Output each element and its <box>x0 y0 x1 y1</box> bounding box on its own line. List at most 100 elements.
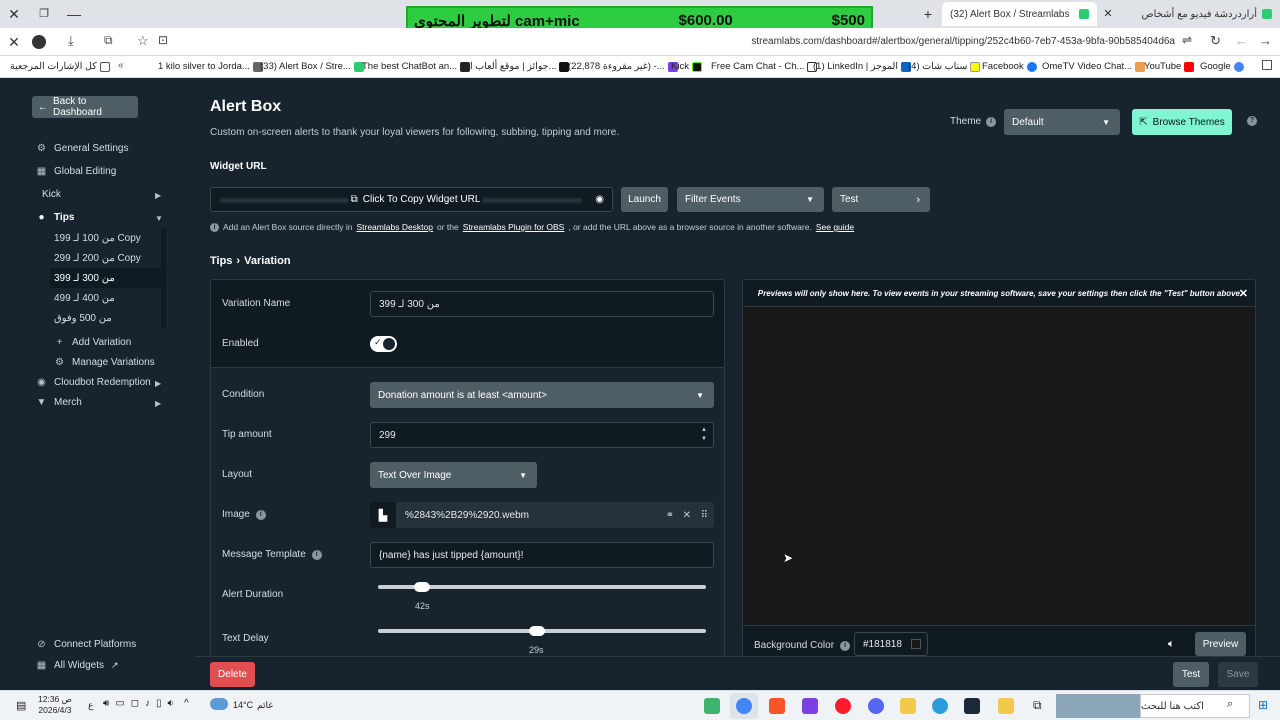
variation-scrollbar[interactable] <box>161 228 166 328</box>
system-tray-icons[interactable]: 🔊︎▭◻♪▯🔉︎ <box>103 698 180 709</box>
text-delay-knob[interactable] <box>529 626 545 636</box>
copy-widget-url-button[interactable]: ⧉ Click To Copy Widget URL <box>347 194 484 205</box>
all-widgets-link[interactable]: ▦ All Widgets ↗ <box>36 660 119 671</box>
language-indicator[interactable]: ع <box>88 700 93 711</box>
forward-icon[interactable]: ← <box>1235 33 1248 48</box>
chrome-icon[interactable] <box>736 698 752 714</box>
notifications-icon[interactable]: ▤ <box>16 699 26 712</box>
test-button[interactable]: Test <box>1173 662 1209 687</box>
bookmark-freecam[interactable]: Free Cam Chat - Ch... <box>711 60 818 74</box>
add-variation-button[interactable]: + Add Variation <box>54 337 132 348</box>
weather-temp[interactable]: 14°C <box>233 700 253 710</box>
screenshot-icon[interactable]: ⊡ <box>158 33 168 47</box>
browse-themes-button[interactable]: ⇱ Browse Themes <box>1132 109 1232 135</box>
bookmark-games[interactable]: جوائز | موقع ألعاب ا... <box>470 60 570 74</box>
app-icon[interactable] <box>932 698 948 714</box>
help-icon[interactable]: ? <box>1247 116 1257 126</box>
new-tab-icon[interactable]: + <box>918 4 938 24</box>
steam-icon[interactable] <box>964 698 980 714</box>
widget-url-field[interactable]: ⧉ Click To Copy Widget URL ◉ <box>210 187 613 212</box>
info-icon[interactable]: i <box>986 116 997 127</box>
enabled-toggle[interactable]: ✓ <box>370 336 397 352</box>
bookmark-snapchat[interactable]: (4) سناب شات <box>908 60 981 74</box>
extensions-icon[interactable]: ⧉ <box>104 33 113 48</box>
search-icon[interactable]: ⌕ <box>1227 698 1233 711</box>
sidebar-item-merch[interactable]: ▼ Merch <box>36 397 82 408</box>
task-view-icon[interactable]: ⧉ <box>1033 698 1042 713</box>
breadcrumb-parent[interactable]: Tips <box>210 255 232 267</box>
see-guide-link[interactable]: See guide <box>816 222 854 232</box>
sidebar-item-global-editing[interactable]: ▦ Global Editing <box>36 166 117 177</box>
url-field[interactable]: streamlabs.com/dashboard#/alertbox/gener… <box>480 36 1175 47</box>
app-icon[interactable] <box>802 698 818 714</box>
streamlabs-desktop-link[interactable]: Streamlabs Desktop <box>356 222 433 232</box>
image-field[interactable]: ▙ %2843%2B29%2920.webm ⚭ ✕ ⠿ <box>370 502 714 528</box>
bookmark-linkedin[interactable]: (1) LinkedIn | الموجز <box>813 60 911 74</box>
back-icon[interactable]: → <box>1259 33 1272 48</box>
download-icon[interactable]: ⤓ <box>68 33 74 49</box>
eye-icon[interactable]: ◉ <box>595 194 604 205</box>
sidebar-item-kick[interactable]: Kick <box>42 189 61 200</box>
bookmark-mail[interactable]: (22,878 غير مقروءة) -... <box>568 60 678 74</box>
profile-avatar[interactable] <box>32 35 46 49</box>
close-icon[interactable]: ✕ <box>683 510 691 521</box>
speaker-icon[interactable]: 🔈︎ <box>1168 638 1175 651</box>
tray-expand-icon[interactable]: ^ <box>184 698 189 709</box>
bookmark-silver[interactable]: 1 kilo silver to Jorda... <box>158 60 263 74</box>
bookmark-google[interactable]: Google <box>1200 60 1244 74</box>
obs-plugin-link[interactable]: Streamlabs Plugin for OBS <box>463 222 565 232</box>
sidebar-item-cloudbot[interactable]: ◉ Cloudbot Redemption <box>36 377 151 388</box>
file-explorer-icon[interactable] <box>998 698 1014 714</box>
variation-item[interactable]: من 500 وفوق <box>54 308 161 328</box>
bookmark-star-icon[interactable]: ☆ <box>137 33 149 49</box>
chevron-left-icon[interactable]: « <box>118 60 124 71</box>
windows-start-icon[interactable]: ⊞ <box>1258 698 1268 712</box>
alert-duration-knob[interactable] <box>414 582 430 592</box>
bookmark-ometv[interactable]: OmeTV Video Chat... <box>1042 60 1146 74</box>
variation-item-active[interactable]: من 300 لـ 399 <box>50 268 161 288</box>
bookmark-facebook[interactable]: Facebook <box>982 60 1037 74</box>
opera-icon[interactable] <box>835 698 851 714</box>
minimize-window-icon[interactable]: — <box>64 4 84 24</box>
color-swatch[interactable] <box>911 639 921 649</box>
filter-events-select[interactable]: Filter Events ▼ <box>677 187 824 212</box>
site-settings-icon[interactable]: ⇌ <box>1182 33 1192 47</box>
clock[interactable]: 12:36 ص 2026/4/3 <box>38 694 72 716</box>
bookmark-alertbox[interactable]: (33) Alert Box / Stre... <box>260 60 364 74</box>
launch-button[interactable]: Launch <box>621 187 668 212</box>
tab-video-chat[interactable]: أراردردشة فيديو مع أشخاص <box>1118 2 1280 26</box>
brave-icon[interactable] <box>769 698 785 714</box>
caret-right-icon[interactable]: ▶ <box>155 399 161 408</box>
file-icon[interactable]: ▙ <box>370 502 396 528</box>
caret-down-icon[interactable]: ▼ <box>155 214 163 223</box>
caret-right-icon[interactable]: ▶ <box>155 191 161 200</box>
link-icon[interactable]: ⚭ <box>666 510 674 521</box>
bookmark-all[interactable]: كل الإشارات المرجعية <box>10 60 110 74</box>
test-dropdown-button[interactable]: Test › <box>832 187 930 212</box>
folder-icon[interactable] <box>1262 60 1272 70</box>
taskbar-search[interactable]: اكتب هنا للبحث <box>1140 694 1250 718</box>
close-icon[interactable]: ✕ <box>4 32 24 52</box>
layout-select[interactable]: Text Over Image ▼ <box>370 462 537 488</box>
sidebar-item-general-settings[interactable]: ⚙ General Settings <box>36 143 128 154</box>
info-icon[interactable]: i <box>311 549 322 560</box>
tab-streamlabs[interactable]: (32) Alert Box / Streamlabs <box>942 2 1097 26</box>
variation-name-input[interactable]: من 300 لـ 399 <box>370 291 714 317</box>
grid-icon[interactable]: ⠿ <box>701 510 708 521</box>
manage-variations-button[interactable]: ⚙ Manage Variations <box>54 357 155 368</box>
variation-item[interactable]: من 400 لـ 499 <box>54 288 161 308</box>
theme-select[interactable]: Default ▼ <box>1004 109 1120 135</box>
info-icon[interactable]: i <box>840 640 851 651</box>
app-icon[interactable] <box>868 698 884 714</box>
delete-button[interactable]: Delete <box>210 662 255 687</box>
bookmark-kick[interactable]: Kick <box>671 60 702 74</box>
close-tab-icon[interactable]: ✕ <box>1098 4 1118 24</box>
background-color-input[interactable]: #181818 <box>854 632 928 656</box>
condition-select[interactable]: Donation amount is at least <amount> ▼ <box>370 382 714 408</box>
bookmark-chatbot[interactable]: The best ChatBot an... <box>362 60 471 74</box>
reload-icon[interactable]: ↻ <box>1210 33 1221 49</box>
back-to-dashboard-button[interactable]: ← Back to Dashboard <box>32 96 138 118</box>
close-window-icon[interactable]: ✕ <box>4 4 24 24</box>
bookmark-youtube[interactable]: YouTube <box>1144 60 1195 74</box>
close-icon[interactable]: ✕ <box>1239 287 1248 300</box>
